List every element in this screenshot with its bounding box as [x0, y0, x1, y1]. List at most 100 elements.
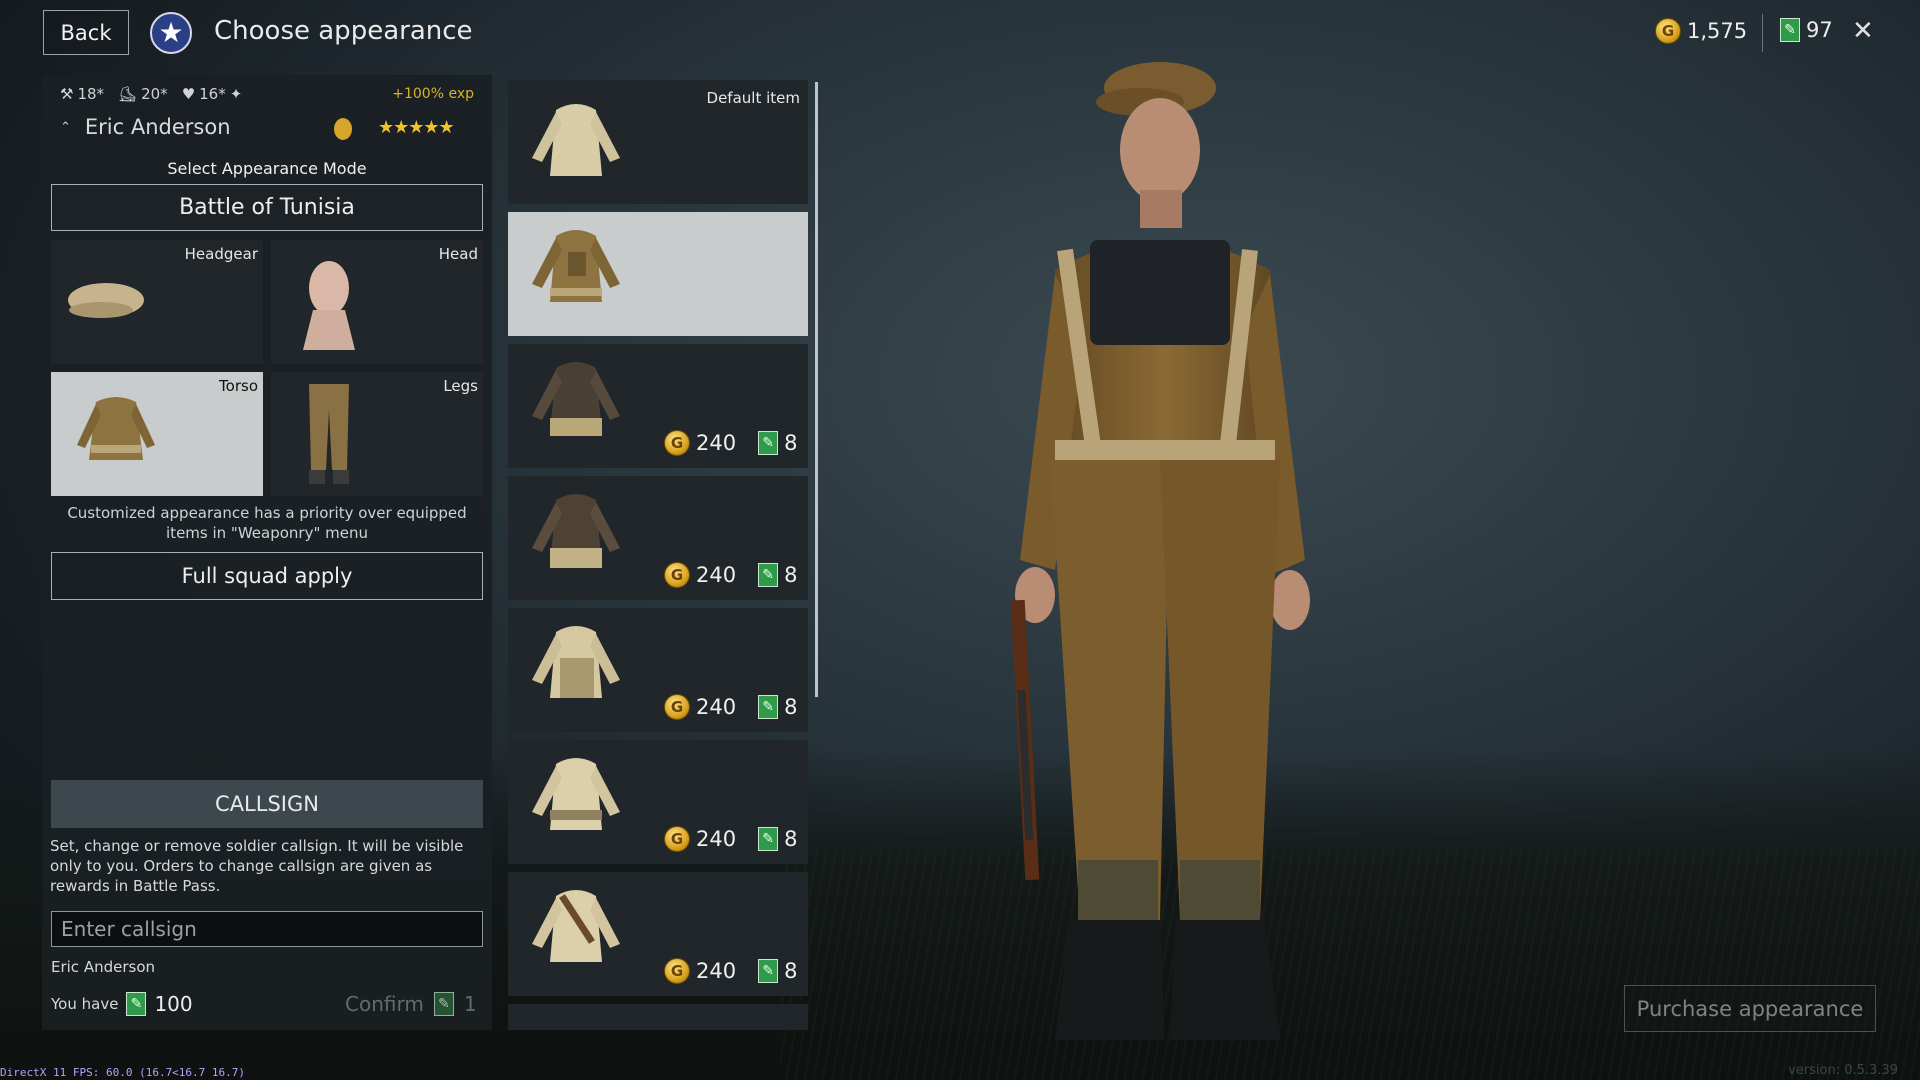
price-tickets: 8: [784, 959, 798, 983]
price-silver: 240: [696, 431, 737, 455]
slot-torso[interactable]: Torso: [51, 372, 263, 496]
silver-coin-icon: G: [664, 826, 690, 852]
full-squad-apply-button[interactable]: Full squad apply: [51, 552, 483, 600]
slot-legs[interactable]: Legs: [271, 372, 483, 496]
head-thumbnail: [303, 261, 355, 350]
boot-icon: ⛸: [118, 85, 138, 103]
ticket-icon: ✎: [758, 563, 779, 587]
item-card[interactable]: G 240 ✎ 8: [508, 740, 808, 864]
slot-label: Legs: [443, 377, 478, 395]
items-scrollbar[interactable]: [815, 82, 818, 697]
item-card[interactable]: G 240 ✎ 8: [508, 344, 808, 468]
order-ticket-icon: ✎: [126, 992, 147, 1016]
callsign-heading: CALLSIGN: [51, 780, 483, 828]
price-tickets: 8: [784, 563, 798, 587]
price-tickets: 8: [784, 827, 798, 851]
item-price: G 240 ✎ 8: [664, 562, 797, 588]
price-tickets: 8: [784, 431, 798, 455]
shirt-webbing-thumbnail: [532, 626, 620, 698]
you-have-amount: 100: [154, 992, 193, 1016]
page-title: Choose appearance: [214, 16, 473, 46]
item-price: G 240 ✎ 8: [664, 826, 797, 852]
jacket-thumbnail: [532, 362, 620, 436]
slot-label: Head: [438, 245, 478, 263]
ticket-icon: ✎: [758, 959, 779, 983]
shirt-thumbnail: [532, 104, 620, 176]
confirm-label: Confirm: [345, 992, 424, 1016]
price-silver: 240: [696, 959, 737, 983]
slot-head[interactable]: Head: [271, 240, 483, 364]
wrench-icon: ⚒: [60, 85, 74, 103]
order-ticket-icon: ✎: [433, 992, 454, 1016]
callsign-input[interactable]: [51, 911, 483, 947]
soldier-name-row: ⌃ Eric Anderson: [60, 115, 231, 139]
purchase-appearance-button[interactable]: Purchase appearance: [1624, 985, 1876, 1032]
ticket-icon: ✎: [758, 695, 779, 719]
current-callsign: Eric Anderson: [51, 958, 156, 976]
exp-bonus: +100% exp: [392, 86, 474, 102]
fps-counter: DirectX 11 FPS: 60.0 (16.7<16.7 16.7): [0, 1066, 246, 1079]
item-card[interactable]: G 240 ✎ 8: [508, 872, 808, 996]
stat-health: ♥ 16* ✦: [182, 85, 243, 103]
ticket-amount: 97: [1806, 18, 1833, 42]
torso-items-list[interactable]: Default item G 240 ✎ 8 G 240 ✎ 8 G 240 ✎…: [508, 80, 808, 1030]
tier-stars: ★★★★★: [378, 117, 455, 138]
medal-icon: [334, 118, 352, 140]
stat-weapon: ⚒ 18*: [60, 85, 104, 103]
stat-value: 20*: [141, 85, 168, 103]
item-selected[interactable]: [508, 212, 808, 336]
default-item-label: Default item: [706, 89, 800, 107]
silver-amount: 1,575: [1687, 19, 1748, 43]
ticket-icon: ✎: [758, 827, 779, 851]
callsign-description: Set, change or remove soldier callsign. …: [50, 837, 464, 895]
stat-value: 16*: [199, 85, 226, 103]
silver-balance: G 1,575: [1655, 18, 1747, 44]
silver-coin-icon: G: [664, 430, 690, 456]
item-price: G 240 ✎ 8: [664, 958, 797, 984]
price-silver: 240: [696, 827, 737, 851]
silver-coin-icon: G: [664, 562, 690, 588]
shirt-bandolier-thumbnail: [532, 890, 620, 962]
stat-skill: ⛸ 20*: [118, 85, 168, 103]
ticket-icon: ✎: [1780, 18, 1800, 42]
ticket-icon: ✎: [758, 431, 779, 455]
soldier-name: Eric Anderson: [84, 115, 231, 139]
item-card[interactable]: G 240 ✎ 8: [508, 476, 808, 600]
item-card-partial[interactable]: [508, 1004, 808, 1030]
appearance-mode-label: Select Appearance Mode: [167, 159, 367, 178]
appearance-priority-notice: Customized appearance has a priority ove…: [67, 504, 467, 542]
ticket-balance: ✎ 97: [1780, 18, 1833, 42]
item-default[interactable]: Default item: [508, 80, 808, 204]
heart-icon: ♥: [181, 85, 196, 103]
jacket-thumbnail: [532, 494, 620, 568]
stat-value: 18*: [77, 85, 105, 103]
soldier-stats: ⚒ 18* ⛸ 20* ♥ 16* ✦: [60, 85, 242, 103]
slot-headgear[interactable]: Headgear: [51, 240, 263, 364]
shirt-thumbnail: [532, 758, 620, 830]
slot-label: Torso: [219, 377, 258, 395]
soldier-character-model: [1010, 62, 1310, 1040]
slot-label: Headgear: [184, 245, 258, 263]
price-silver: 240: [696, 695, 737, 719]
silver-coin-icon: G: [1655, 18, 1681, 44]
item-card[interactable]: G 240 ✎ 8: [508, 608, 808, 732]
price-tickets: 8: [784, 695, 798, 719]
torso-thumbnail: [77, 397, 155, 460]
confirm-cost: 1: [463, 992, 477, 1016]
appearance-mode-select[interactable]: Battle of Tunisia: [51, 184, 483, 231]
close-icon[interactable]: ✕: [1852, 16, 1874, 46]
confirm-callsign-button[interactable]: Confirm ✎ 1: [345, 992, 477, 1016]
legs-thumbnail: [309, 384, 349, 484]
version-label: version: 0.5.3.39: [1788, 1063, 1898, 1078]
item-price: G 240 ✎ 8: [664, 430, 797, 456]
nation-star-icon: ★: [150, 12, 192, 54]
perk-icon: ✦: [229, 85, 243, 103]
silver-coin-icon: G: [664, 694, 690, 720]
callsign-orders-balance: You have ✎ 100: [51, 992, 193, 1016]
you-have-label: You have: [51, 995, 119, 1013]
silver-coin-icon: G: [664, 958, 690, 984]
currency-divider: [1762, 14, 1763, 52]
jacket-thumbnail: [532, 230, 620, 302]
rank-chevron-icon: ⌃: [60, 119, 71, 135]
back-button[interactable]: Back: [43, 10, 129, 55]
